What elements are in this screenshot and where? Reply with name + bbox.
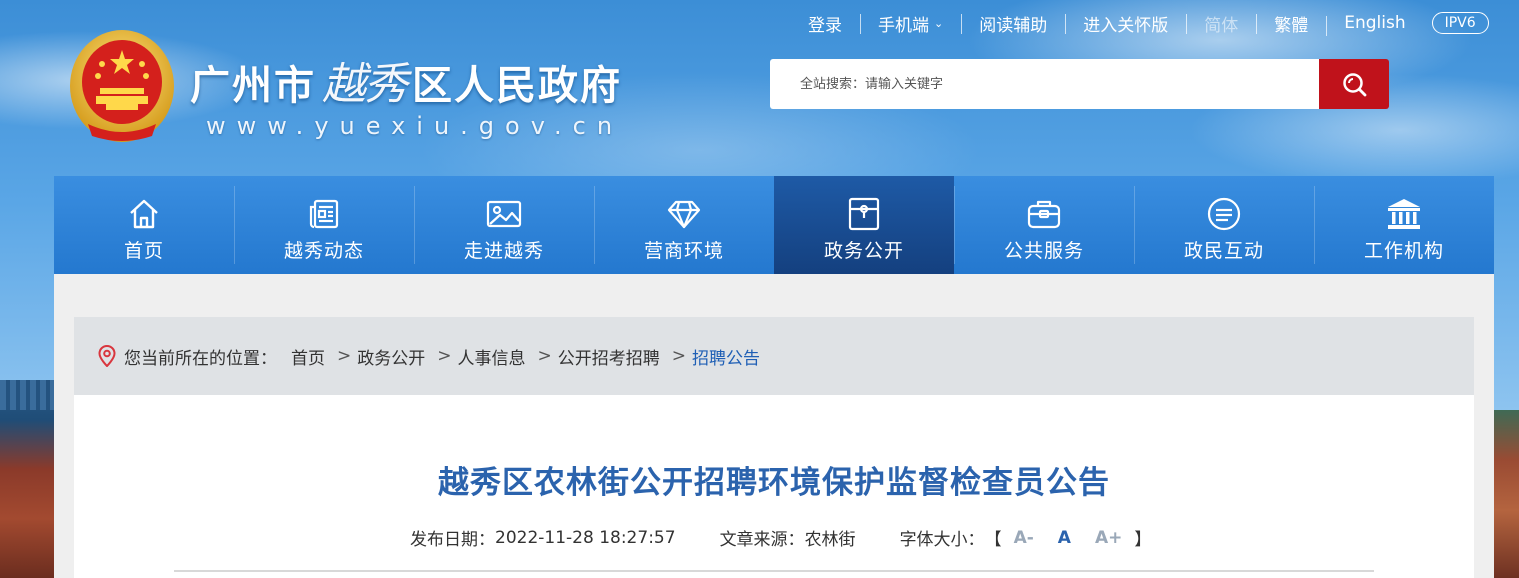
search-icon <box>1343 73 1367 97</box>
nav-item-business[interactable]: 营商环境 <box>594 176 774 274</box>
breadcrumb-personnel[interactable]: 人事信息 <box>458 344 526 369</box>
search-button[interactable] <box>1319 59 1389 109</box>
nav-item-interaction[interactable]: 政民互动 <box>1134 176 1314 274</box>
top-links: 登录 手机端 ⌄ 阅读辅助 进入关怀版 简体 繁體 English IPV6 <box>790 10 1489 36</box>
source-value: 农林街 <box>804 530 856 550</box>
publish-date: 2022-11-28 18:27:57 <box>495 527 676 548</box>
nav-item-gov-affairs[interactable]: 政务公开 <box>774 176 954 282</box>
source-label: 文章来源： <box>719 530 805 550</box>
nav-item-institutions[interactable]: 工作机构 <box>1314 176 1494 274</box>
nav-label: 政务公开 <box>823 240 904 262</box>
institution-icon <box>1388 199 1420 229</box>
site-url: www.yuexiu.gov.cn <box>206 112 624 140</box>
breadcrumb-recruitment[interactable]: 公开招考招聘 <box>558 344 660 369</box>
site-title-right: 区人民政府 <box>412 63 622 109</box>
font-increase-button[interactable]: A+ <box>1095 528 1122 548</box>
search-input[interactable] <box>770 59 1319 109</box>
login-link[interactable]: 登录 <box>790 11 860 36</box>
divider <box>174 570 1374 572</box>
content-area: 您当前所在的位置： 首页 > 政务公开 > 人事信息 > 公开招考招聘 > 招聘… <box>54 274 1494 578</box>
nav-label: 走进越秀 <box>463 240 544 262</box>
site-title: 广州市 越秀 区人民政府 <box>190 48 622 112</box>
font-size-controls: 【 A- A A+ 】 <box>984 525 1152 551</box>
traditional-link[interactable]: 繁體 <box>1256 11 1326 36</box>
picture-icon <box>486 200 522 228</box>
care-version-link[interactable]: 进入关怀版 <box>1065 11 1186 36</box>
breadcrumb-prefix: 您当前所在的位置： <box>124 348 277 369</box>
nav-item-news[interactable]: 越秀动态 <box>234 176 414 274</box>
reading-aid-link[interactable]: 阅读辅助 <box>961 11 1065 36</box>
breadcrumb-current[interactable]: 招聘公告 <box>692 344 760 369</box>
nav-label: 首页 <box>123 240 164 262</box>
bracket-open: 【 <box>984 530 1002 550</box>
nav-label: 公共服务 <box>1003 240 1084 262</box>
breadcrumb-gov-affairs[interactable]: 政务公开 <box>357 344 425 369</box>
diamond-icon <box>667 200 701 229</box>
font-size-label: 字体大小： <box>899 530 985 550</box>
breadcrumb-separator: > <box>671 346 686 366</box>
breadcrumb-separator: > <box>437 346 452 366</box>
briefcase-icon <box>1027 200 1061 229</box>
bracket-close: 】 <box>1134 530 1152 550</box>
english-link[interactable]: English <box>1326 13 1423 36</box>
ipv6-badge: IPV6 <box>1431 12 1489 34</box>
nav-item-home[interactable]: 首页 <box>54 176 234 274</box>
building-decoration-right <box>1493 410 1519 578</box>
main-nav: 首页 越秀动态 走进越秀 营商环境 政务公开 公共服务 政民互动 工作机构 <box>54 176 1494 282</box>
nav-label: 营商环境 <box>643 240 724 262</box>
article-title: 越秀区农林街公开招聘环境保护监督检查员公告 <box>438 465 1110 501</box>
nav-item-public-service[interactable]: 公共服务 <box>954 176 1134 274</box>
national-emblem-icon <box>70 30 174 142</box>
nav-item-about[interactable]: 走进越秀 <box>414 176 594 274</box>
home-icon <box>130 199 158 229</box>
newspaper-icon <box>309 199 339 229</box>
article-meta: 发布日期： 2022-11-28 18:27:57 文章来源： 农林街 字体大小… <box>410 525 1152 551</box>
folder-icon <box>848 197 880 231</box>
nav-label: 工作机构 <box>1363 240 1444 262</box>
mobile-link[interactable]: 手机端 ⌄ <box>860 11 961 36</box>
breadcrumb-separator: > <box>337 346 352 366</box>
location-pin-icon <box>98 345 116 367</box>
site-title-left: 广州市 <box>190 63 316 109</box>
font-decrease-button[interactable]: A- <box>1014 528 1034 548</box>
building-decoration-left <box>0 380 54 578</box>
breadcrumb-separator: > <box>537 346 552 366</box>
breadcrumb-home[interactable]: 首页 <box>291 344 325 369</box>
font-medium-button[interactable]: A <box>1058 528 1071 548</box>
chat-icon <box>1207 197 1241 231</box>
chevron-down-icon: ⌄ <box>934 16 944 30</box>
article: 越秀区农林街公开招聘环境保护监督检查员公告 发布日期： 2022-11-28 1… <box>74 395 1474 578</box>
mobile-link-label: 手机端 <box>878 15 929 36</box>
nav-label: 政民互动 <box>1183 240 1264 262</box>
search-box <box>770 59 1389 109</box>
simplified-link[interactable]: 简体 <box>1186 11 1256 36</box>
publish-label: 发布日期： <box>410 530 495 550</box>
site-title-calligraphy: 越秀 <box>322 59 408 110</box>
nav-label: 越秀动态 <box>283 240 364 262</box>
breadcrumb: 您当前所在的位置： 首页 > 政务公开 > 人事信息 > 公开招考招聘 > 招聘… <box>74 317 1474 395</box>
